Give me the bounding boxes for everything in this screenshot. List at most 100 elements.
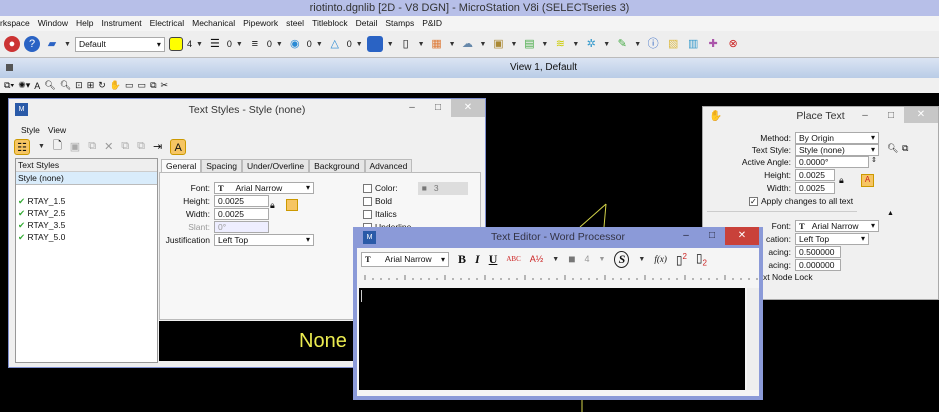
justification-combo[interactable]: Left Top: [795, 233, 869, 245]
dropdown-arrow-icon[interactable]: ▼: [387, 41, 394, 48]
dropdown-arrow-icon[interactable]: ▼: [638, 256, 645, 263]
maximize-button[interactable]: □: [425, 99, 451, 117]
tab-background[interactable]: Background: [309, 159, 365, 172]
menu-window[interactable]: Window: [38, 16, 68, 31]
minimize-button[interactable]: –: [399, 99, 425, 117]
dropdown-arrow-icon[interactable]: ▼: [236, 41, 243, 48]
close-button[interactable]: ✕: [725, 227, 759, 245]
search-icon[interactable]: 🔍︎: [887, 143, 898, 154]
transparency-value[interactable]: 0: [307, 39, 312, 49]
dialog-title-bar[interactable]: M Text Editor - Word Processor – □ ✕: [357, 227, 759, 248]
dropdown-arrow-icon[interactable]: ▼: [356, 41, 363, 48]
color-swatch[interactable]: [168, 37, 183, 51]
active-angle-field[interactable]: 0.0000°: [795, 156, 869, 168]
delete-icon[interactable]: ✕: [104, 140, 113, 153]
ruler[interactable]: [357, 270, 759, 287]
dropdown-arrow-icon[interactable]: ▼: [552, 256, 559, 263]
camera-icon[interactable]: ✂: [161, 80, 169, 91]
symbol-button[interactable]: S: [614, 250, 630, 268]
level-manager-icon[interactable]: ▰: [44, 36, 60, 52]
dropdown-arrow-icon[interactable]: ▼: [480, 41, 487, 48]
method-combo[interactable]: By Origin: [795, 132, 879, 144]
dialog-title-bar[interactable]: ✋ Place Text – □ ✕: [703, 107, 938, 125]
field-button[interactable]: f(x): [654, 254, 667, 264]
color-value[interactable]: 4: [584, 254, 589, 264]
menu-mechanical[interactable]: Mechanical: [192, 16, 235, 31]
list-item[interactable]: ✔ RTAY_2.5: [18, 207, 157, 219]
apply-all-checkbox[interactable]: ✓ Apply changes to all text: [749, 196, 853, 207]
menu-instrument[interactable]: Instrument: [101, 16, 141, 31]
height-field[interactable]: 0.0025: [214, 195, 269, 207]
cancel-icon[interactable]: ⊗: [725, 36, 741, 52]
list-item-style-none[interactable]: Style (none): [16, 172, 157, 185]
dropdown-arrow-icon[interactable]: ▼: [38, 143, 45, 150]
text-style-combo[interactable]: Style (none): [795, 144, 879, 156]
dropdown-arrow-icon[interactable]: ▼: [449, 41, 456, 48]
view-previous-icon[interactable]: ▭: [125, 80, 134, 91]
zoom-in-icon[interactable]: 🔍︎: [44, 80, 55, 91]
menu-pipework[interactable]: Pipework: [243, 16, 278, 31]
priority-value[interactable]: 0: [347, 39, 352, 49]
rotate-view-icon[interactable]: ↻: [98, 80, 106, 91]
minimize-button[interactable]: –: [673, 227, 699, 245]
tab-advanced[interactable]: Advanced: [364, 159, 413, 172]
globe-icon[interactable]: ●: [4, 36, 20, 52]
line-weight-value[interactable]: 0: [267, 39, 272, 49]
color-checkbox[interactable]: Color: ■ 3: [363, 182, 468, 195]
import-icon[interactable]: ⧉: [137, 140, 145, 153]
width-field[interactable]: 0.0025: [795, 182, 835, 194]
list-item[interactable]: ✔ RTAY_3.5: [18, 219, 157, 231]
bold-button[interactable]: B: [458, 252, 466, 267]
menu-help[interactable]: Help: [76, 16, 93, 31]
close-button[interactable]: ✕: [451, 99, 485, 117]
tab-general[interactable]: General: [161, 159, 202, 172]
menu-view[interactable]: View: [48, 125, 66, 135]
inter-char-spacing-field[interactable]: 0.000000: [795, 259, 841, 271]
maximize-button[interactable]: □: [699, 227, 725, 245]
dropdown-arrow-icon[interactable]: ▼: [276, 41, 283, 48]
table-icon[interactable]: ▥: [685, 36, 701, 52]
spinner-icon[interactable]: ⇕: [871, 156, 877, 164]
font-combo[interactable]: T Arial Narrow: [795, 220, 879, 232]
tab-spacing[interactable]: Spacing: [201, 159, 242, 172]
color-swatch[interactable]: ■: [568, 252, 575, 266]
close-button[interactable]: ✕: [904, 107, 938, 123]
spell-check-button[interactable]: ABC: [506, 255, 520, 263]
line-spacing-field[interactable]: 0.500000: [795, 246, 841, 258]
pan-icon[interactable]: ✋: [110, 80, 121, 91]
color-value[interactable]: 4: [187, 39, 192, 49]
stack-icon[interactable]: ≋: [552, 36, 568, 52]
cloud-icon[interactable]: ☁: [460, 36, 476, 52]
cube-icon[interactable]: [366, 36, 383, 52]
line-style-value[interactable]: 0: [227, 39, 232, 49]
list-item[interactable]: ✔ RTAY_1.5: [18, 195, 157, 207]
save-icon[interactable]: ▣: [70, 140, 80, 153]
layers-icon[interactable]: ▤: [521, 36, 537, 52]
info-icon[interactable]: ⓘ: [645, 36, 661, 52]
dropdown-arrow-icon[interactable]: ▼: [603, 41, 610, 48]
match-icon[interactable]: [286, 199, 298, 211]
text-input-area[interactable]: [359, 288, 745, 390]
dialog-title-bar[interactable]: M Text Styles - Style (none) – □ ✕: [9, 99, 485, 121]
export-icon[interactable]: ⇥: [153, 140, 162, 153]
raster-icon[interactable]: ▣: [490, 36, 506, 52]
document-icon[interactable]: ▯: [398, 36, 414, 52]
dropdown-arrow-icon[interactable]: ▼: [418, 41, 425, 48]
view-next-icon[interactable]: ▭: [138, 80, 147, 91]
height-field[interactable]: 0.0025: [795, 169, 835, 181]
italic-button[interactable]: I: [475, 252, 480, 267]
menu-stamps[interactable]: Stamps: [385, 16, 414, 31]
dropdown-arrow-icon[interactable]: ▼: [196, 41, 203, 48]
match-icon[interactable]: A: [861, 174, 874, 187]
italics-checkbox[interactable]: Italics: [363, 208, 468, 221]
justification-combo[interactable]: Left Top: [214, 234, 314, 246]
dropdown-arrow-icon[interactable]: ▼: [541, 41, 548, 48]
dropdown-arrow-icon[interactable]: ▼: [316, 41, 323, 48]
new-style-icon[interactable]: 🗋: [53, 137, 62, 156]
hierarchy-icon[interactable]: ☷: [14, 138, 30, 155]
menu-detail[interactable]: Detail: [356, 16, 378, 31]
width-field[interactable]: 0.0025: [214, 208, 269, 220]
maximize-button[interactable]: □: [878, 107, 904, 125]
menu-style[interactable]: Style: [21, 125, 40, 135]
subscript-icon[interactable]: ▯2: [696, 251, 707, 267]
